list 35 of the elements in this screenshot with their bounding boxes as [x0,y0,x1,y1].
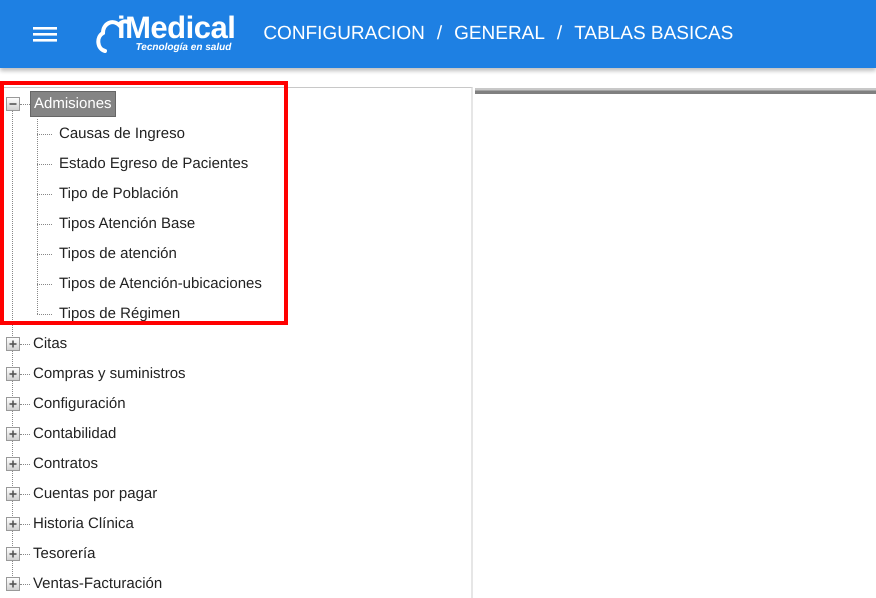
tree-item[interactable]: Tesorería [30,542,99,566]
tree-item[interactable]: Admisiones [30,90,116,118]
expand-icon[interactable] [6,517,20,531]
tree-item[interactable]: Tipos de atención [56,242,180,266]
tree-item[interactable]: Tipos de Régimen [56,302,184,326]
tree-item[interactable]: Historia Clínica [30,512,137,536]
breadcrumb-separator: / [436,22,442,46]
breadcrumb-item: GENERAL [454,22,545,46]
tree-item[interactable]: Estado Egreso de Pacientes [56,152,252,176]
expand-icon[interactable] [6,547,20,561]
tree-item[interactable]: Citas [30,332,70,356]
collapse-icon[interactable] [6,97,20,111]
logo-tagline: Tecnología en salud [134,43,232,53]
tree-item[interactable]: Causas de Ingreso [56,122,188,146]
tree-item[interactable]: Contratos [30,452,102,476]
breadcrumb-separator: / [556,22,562,46]
tree-item[interactable]: Ventas-Facturación [30,572,166,596]
tree-item[interactable]: Compras y suministros [30,362,189,386]
expand-icon[interactable] [6,487,20,501]
tree-item[interactable]: Cuentas por pagar [30,482,160,506]
expand-icon[interactable] [6,427,20,441]
logo-text: iMedical [117,13,236,43]
expand-icon[interactable] [6,397,20,411]
expand-icon[interactable] [6,457,20,471]
tree-item[interactable]: Configuración [30,392,129,416]
tree-item[interactable]: Tipos de Atención-ubicaciones [56,272,265,296]
expand-icon[interactable] [6,577,20,591]
tree-item[interactable]: Tipo de Población [56,182,182,206]
breadcrumb-item: TABLAS BASICAS [574,22,734,46]
breadcrumb-item: CONFIGURACION [263,22,425,46]
tree-item[interactable]: Contabilidad [30,422,120,446]
expand-icon[interactable] [6,367,20,381]
menu-button[interactable] [33,24,57,44]
tree-item[interactable]: Tipos Atención Base [56,212,198,236]
expand-icon[interactable] [6,337,20,351]
